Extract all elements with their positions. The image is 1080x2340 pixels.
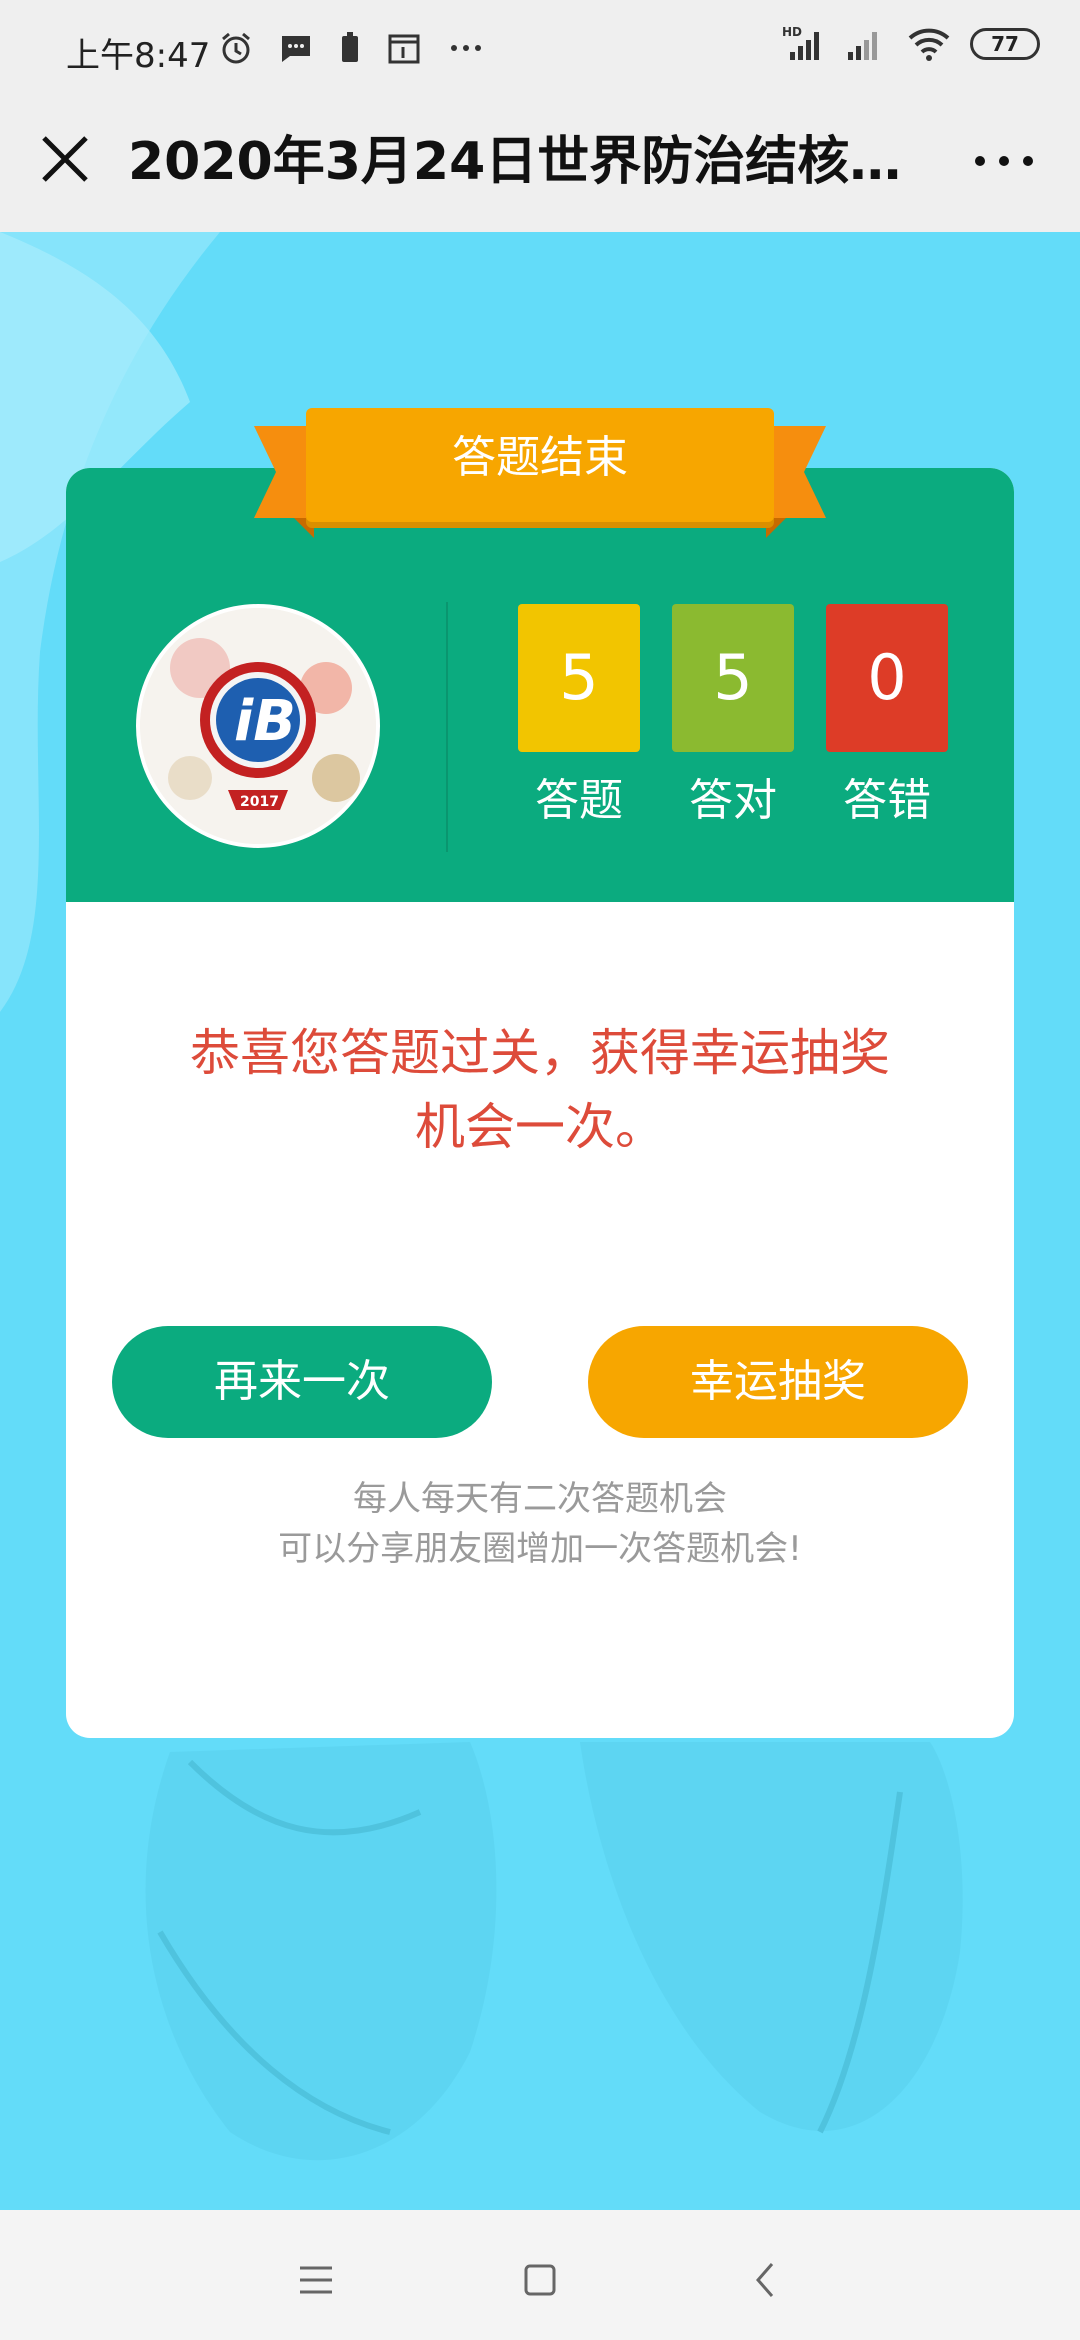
- title-bar: 2020年3月24日世界防治结核…: [0, 96, 1080, 232]
- battery-saver-icon: [342, 32, 358, 62]
- stat-answered: 5 答题: [518, 604, 640, 828]
- congrats-message: 恭喜您答题过关，获得幸运抽奖机会一次。: [190, 1024, 890, 1156]
- page-title: 2020年3月24日世界防治结核…: [128, 132, 902, 192]
- signal-icon: [848, 32, 877, 60]
- alarm-icon: [222, 32, 250, 64]
- message-icon: [282, 36, 310, 62]
- stat-answered-value: 5: [518, 604, 640, 752]
- avatar-logo: iB 2017: [140, 608, 376, 844]
- status-bar: 上午8:47 HD 77: [0, 0, 1080, 96]
- header-divider: [446, 602, 448, 852]
- status-time: 上午8:47: [66, 36, 211, 76]
- avatar: iB 2017: [136, 604, 380, 848]
- close-icon[interactable]: [30, 124, 100, 194]
- chance-note: 每人每天有二次答题机会 可以分享朋友圈增加一次答题机会!: [66, 1474, 1014, 1574]
- stat-wrong-label: 答错: [843, 775, 931, 826]
- svg-text:iB: iB: [234, 689, 296, 754]
- home-icon[interactable]: [510, 2250, 570, 2310]
- wifi-icon: [908, 28, 950, 61]
- more-icon[interactable]: [964, 126, 1044, 196]
- battery-indicator: 77: [970, 28, 1040, 60]
- back-icon[interactable]: [736, 2250, 796, 2310]
- stat-answered-label: 答题: [535, 775, 623, 826]
- chance-note-line2: 可以分享朋友圈增加一次答题机会!: [278, 1529, 802, 1569]
- retry-button[interactable]: 再来一次: [112, 1326, 492, 1438]
- more-dots-icon: [451, 45, 481, 51]
- ribbon-banner: 答题结束: [254, 408, 826, 546]
- svg-text:HD: HD: [782, 25, 802, 39]
- status-right: HD 77: [782, 24, 1040, 64]
- stat-correct-value: 5: [672, 604, 794, 752]
- calendar-icon: [388, 34, 420, 64]
- stat-correct-label: 答对: [689, 775, 777, 826]
- chance-note-line1: 每人每天有二次答题机会: [353, 1479, 727, 1519]
- hd-signal-icon: HD: [782, 25, 819, 60]
- stat-correct: 5 答对: [672, 604, 794, 828]
- status-icons: [218, 30, 486, 66]
- stat-wrong-value: 0: [826, 604, 948, 752]
- avatar-badge: 2017: [240, 794, 279, 810]
- menu-icon[interactable]: [286, 2250, 346, 2310]
- lottery-button[interactable]: 幸运抽奖: [588, 1326, 968, 1438]
- ribbon-title: 答题结束: [306, 408, 774, 522]
- stat-wrong: 0 答错: [826, 604, 948, 828]
- result-card: iB 2017 5 答题 5 答对 0 答错 恭喜您答题过关，获得幸运抽奖机会一…: [66, 468, 1014, 1738]
- system-nav-bar: [0, 2210, 1080, 2340]
